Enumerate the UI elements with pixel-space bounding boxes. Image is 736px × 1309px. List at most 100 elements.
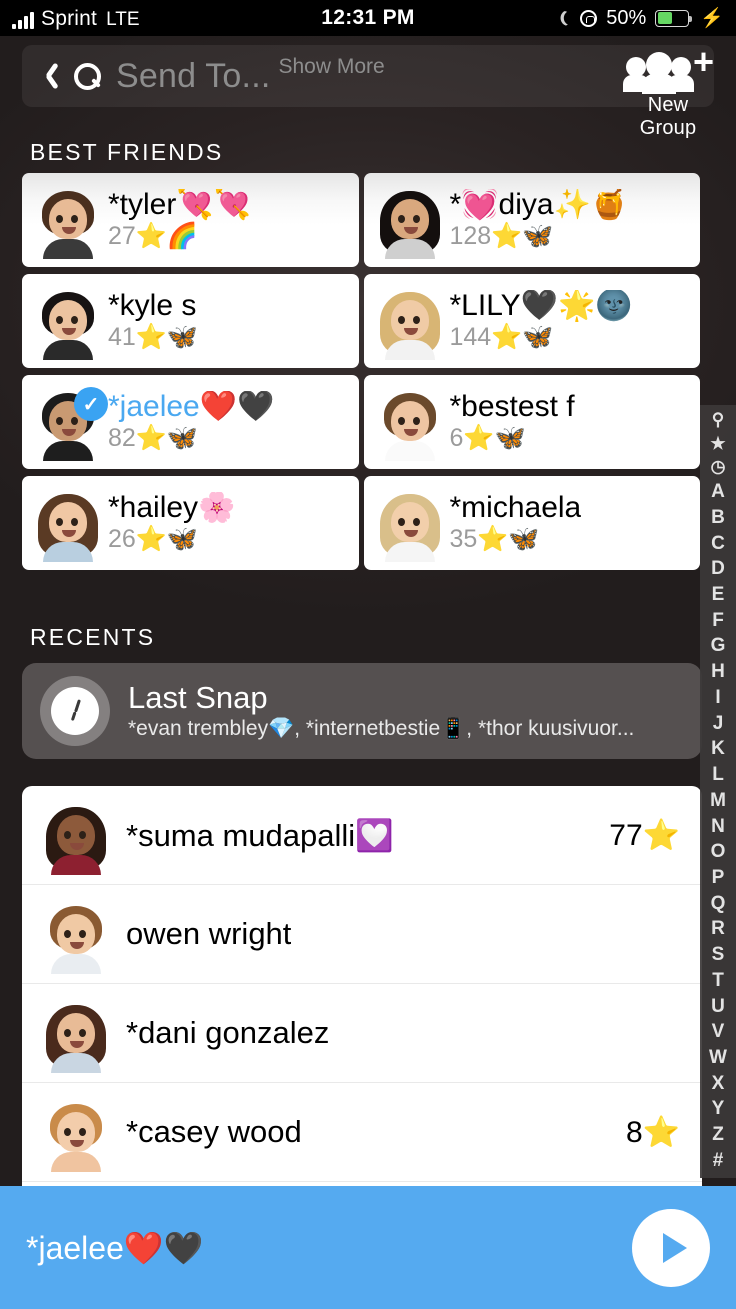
friend-name: *dani gonzalez: [126, 1015, 330, 1050]
send-bar: *jaelee❤️🖤: [0, 1186, 736, 1309]
best-friend-card[interactable]: *LILY🖤🌟🌚 144⭐🦋: [363, 274, 700, 368]
index-letter[interactable]: S: [712, 945, 725, 964]
avatar: [32, 484, 104, 562]
lightning-bolt-icon: ⚡: [700, 8, 724, 29]
avatar: [40, 1092, 112, 1172]
tyler-avatar: [37, 183, 99, 259]
index-letter[interactable]: Y: [712, 1099, 725, 1118]
index-letter[interactable]: U: [711, 997, 725, 1016]
index-letter[interactable]: #: [713, 1151, 724, 1170]
best-friend-name: *bestest f: [449, 390, 575, 423]
index-letter[interactable]: F: [712, 611, 724, 630]
index-letter[interactable]: D: [711, 559, 725, 578]
index-letter[interactable]: J: [713, 714, 724, 733]
index-letter[interactable]: E: [712, 585, 725, 604]
last-snap-title: Last Snap: [128, 680, 268, 715]
friend-list: *suma mudapalli💟 77⭐ owen wright *dani g…: [22, 786, 702, 1186]
index-letter[interactable]: L: [712, 765, 724, 784]
best-friend-score: 128⭐🦋: [449, 222, 554, 251]
bestest-avatar: [379, 385, 441, 461]
status-bar: Sprint LTE 12:31 PM 50% ⚡: [0, 0, 736, 36]
index-letter[interactable]: P: [712, 868, 725, 887]
dani-avatar: [45, 997, 107, 1073]
friend-list-row[interactable]: owen wright: [22, 885, 702, 984]
friend-name: *casey wood: [126, 1114, 302, 1149]
avatar: [374, 181, 446, 259]
avatar: [374, 383, 446, 461]
index-letter[interactable]: O: [711, 842, 726, 861]
index-letter[interactable]: M: [710, 791, 726, 810]
index-letter[interactable]: T: [712, 971, 724, 990]
best-friend-card[interactable]: *tyler💘💘 27⭐🌈: [22, 173, 359, 267]
clock-icon: [40, 676, 110, 746]
status-bar-right: 50% ⚡: [556, 6, 724, 30]
index-letter[interactable]: H: [711, 662, 725, 681]
friend-score: 8⭐: [625, 1115, 680, 1149]
index-letter[interactable]: C: [711, 534, 725, 553]
best-friend-name: *kyle s: [108, 289, 197, 322]
friend-score: 77⭐: [609, 818, 680, 852]
avatar: [40, 993, 112, 1073]
avatar: [374, 282, 446, 360]
avatar: ✓: [32, 383, 108, 461]
index-search-icon[interactable]: ⚲: [712, 411, 724, 428]
avatar: [40, 894, 112, 974]
index-letter[interactable]: R: [711, 919, 725, 938]
battery-icon: [655, 9, 693, 27]
index-letter[interactable]: Q: [711, 894, 726, 913]
last-snap-text: Last Snap *evan trembley💎, *internetbest…: [128, 681, 634, 741]
index-letter[interactable]: W: [709, 1048, 727, 1067]
best-friend-score: 82⭐🦋: [108, 424, 199, 453]
avatar: [374, 484, 446, 562]
index-letter[interactable]: B: [711, 508, 725, 527]
alphabet-scroll-index[interactable]: ⚲ ★ ◷ A B C D E F G H I J K L M N O P Q R S T U V W X Y Z #: [700, 405, 736, 1178]
best-friend-card[interactable]: *hailey🌸 26⭐🦋: [22, 476, 359, 570]
friend-list-row[interactable]: *suma mudapalli💟 77⭐: [22, 786, 702, 885]
avatar: [32, 282, 104, 360]
diya-avatar: [379, 183, 441, 259]
friend-name: *suma mudapalli💟: [126, 817, 394, 853]
search-bar[interactable]: Send To... Show More: [22, 45, 714, 107]
friend-list-row[interactable]: *dani gonzalez: [22, 984, 702, 1083]
kyle-avatar: [37, 284, 99, 360]
index-clock-icon[interactable]: ◷: [711, 458, 726, 475]
avatar: [32, 181, 104, 259]
selected-recipients-label: *jaelee❤️🖤: [26, 1229, 204, 1266]
best-friend-card[interactable]: *bestest f 6⭐🦋: [363, 375, 700, 469]
selected-check-icon: ✓: [74, 387, 108, 421]
index-star-icon[interactable]: ★: [710, 435, 725, 452]
friend-list-row[interactable]: *casey wood 8⭐: [22, 1083, 702, 1182]
index-letter[interactable]: G: [711, 636, 726, 655]
index-letter[interactable]: N: [711, 817, 725, 836]
hailey-avatar: [37, 486, 99, 562]
index-letter[interactable]: A: [711, 482, 725, 501]
best-friend-score: 6⭐🦋: [449, 424, 526, 453]
crescent-moon-icon: [556, 11, 571, 26]
index-letter[interactable]: X: [712, 1074, 725, 1093]
index-letter[interactable]: V: [712, 1022, 725, 1041]
friend-name: owen wright: [126, 916, 292, 951]
show-more-button[interactable]: Show More: [279, 55, 385, 79]
best-friend-name: *💓diya✨🍯: [449, 188, 629, 221]
search-icon[interactable]: [72, 61, 102, 91]
best-friends-heading: BEST FRIENDS: [30, 139, 224, 165]
last-snap-row[interactable]: Last Snap *evan trembley💎, *internetbest…: [22, 663, 702, 759]
back-chevron-icon[interactable]: [36, 59, 58, 93]
avatar: [40, 795, 112, 875]
best-friend-score: 26⭐🦋: [108, 525, 199, 554]
new-group-button[interactable]: + New Group: [618, 44, 718, 140]
people-group-plus-icon: +: [618, 44, 718, 94]
index-letter[interactable]: I: [715, 688, 720, 707]
casey-avatar: [45, 1096, 107, 1172]
best-friend-card[interactable]: ✓ *jaelee❤️🖤 82⭐🦋: [22, 375, 359, 469]
best-friend-card[interactable]: *💓diya✨🍯 128⭐🦋: [363, 173, 700, 267]
best-friend-card[interactable]: *michaela 35⭐🦋: [363, 476, 700, 570]
index-letter[interactable]: Z: [712, 1125, 724, 1144]
rotation-lock-icon: [580, 9, 598, 27]
best-friend-score: 144⭐🦋: [449, 323, 554, 352]
new-group-label: New Group: [639, 94, 697, 139]
search-input[interactable]: Send To...: [116, 57, 271, 96]
index-letter[interactable]: K: [711, 739, 725, 758]
send-button[interactable]: [632, 1208, 710, 1287]
best-friend-card[interactable]: *kyle s 41⭐🦋: [22, 274, 359, 368]
